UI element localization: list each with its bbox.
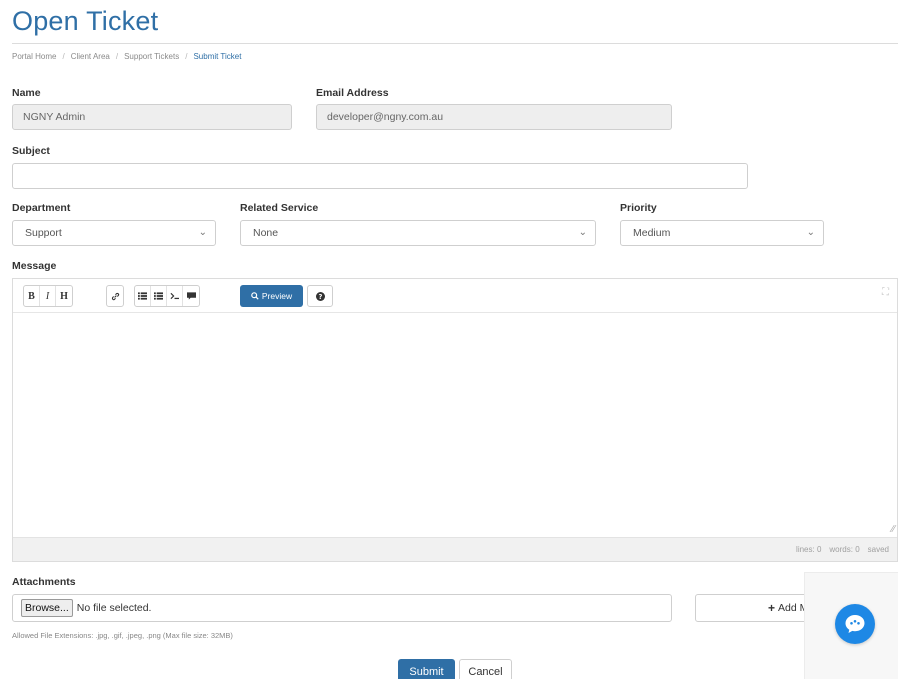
preview-button[interactable]: Preview (240, 285, 303, 307)
comment-icon (186, 292, 196, 300)
related-service-value: None (253, 227, 279, 239)
name-field[interactable]: NGNY Admin (12, 104, 292, 130)
svg-text:?: ? (318, 293, 322, 301)
markdown-editor: B I H Preview ? ⛶ ∕∕ lines: 0 words: 0 s… (12, 278, 898, 562)
format-button-group: B I H (23, 285, 73, 307)
chat-widget-panel (804, 572, 898, 679)
chevron-down-icon: ⌄ (806, 227, 815, 238)
file-status: No file selected. (76, 602, 152, 614)
line-count: lines: 0 (796, 545, 822, 554)
name-label: Name (12, 87, 41, 99)
chevron-down-icon: ⌄ (198, 227, 207, 238)
page-title: Open Ticket (12, 6, 159, 36)
resize-handle-icon[interactable]: ∕∕ (892, 524, 895, 535)
email-label: Email Address (316, 87, 389, 99)
editor-toolbar: B I H Preview ? ⛶ (13, 279, 897, 313)
breadcrumb-portal-home[interactable]: Portal Home (12, 52, 56, 61)
ordered-list-button[interactable] (151, 286, 167, 306)
quote-button[interactable] (183, 286, 199, 306)
subject-label: Subject (12, 145, 50, 157)
unordered-list-button[interactable] (135, 286, 151, 306)
question-circle-icon: ? (315, 291, 325, 301)
heading-button[interactable]: H (56, 286, 72, 306)
breadcrumb-separator: / (115, 52, 119, 61)
chevron-down-icon: ⌄ (578, 227, 587, 238)
breadcrumb-separator: / (62, 52, 65, 61)
chat-launcher-button[interactable] (835, 604, 875, 644)
breadcrumb: Portal Home / Client Area / Support Tick… (12, 52, 241, 61)
plus-icon: + (768, 601, 776, 615)
email-field[interactable]: developer@ngny.com.au (316, 104, 672, 130)
editor-statusbar: lines: 0 words: 0 saved (13, 537, 897, 561)
message-label: Message (12, 260, 57, 272)
department-label: Department (12, 202, 71, 214)
department-value: Support (25, 227, 62, 239)
expand-icon[interactable]: ⛶ (882, 287, 889, 298)
word-count: words: 0 (829, 545, 860, 554)
help-button[interactable]: ? (307, 285, 333, 307)
block-button-group (134, 285, 200, 307)
breadcrumb-separator: / (185, 52, 188, 61)
preview-label: Preview (261, 291, 293, 301)
link-icon (111, 292, 119, 300)
priority-value: Medium (633, 227, 671, 239)
priority-label: Priority (620, 202, 657, 214)
save-status: saved (867, 545, 889, 554)
submit-button[interactable]: Submit (398, 659, 455, 679)
title-divider (12, 43, 898, 44)
file-input[interactable]: Browse... No file selected. (12, 594, 672, 622)
search-icon (251, 292, 259, 300)
chat-bubble-icon (845, 615, 865, 633)
subject-input[interactable] (12, 163, 748, 189)
list-ol-icon (154, 292, 163, 300)
related-service-label: Related Service (240, 202, 319, 214)
code-button[interactable] (167, 286, 183, 306)
related-service-select[interactable]: None ⌄ (240, 220, 596, 246)
breadcrumb-active: Submit Ticket (193, 52, 242, 61)
file-extensions-hint: Allowed File Extensions: .jpg, .gif, .jp… (12, 631, 233, 640)
browse-button[interactable]: Browse... (21, 599, 73, 617)
department-select[interactable]: Support ⌄ (12, 220, 216, 246)
link-button-group (106, 285, 124, 307)
terminal-icon (170, 292, 179, 300)
italic-button[interactable]: I (40, 286, 56, 306)
link-button[interactable] (107, 286, 123, 306)
breadcrumb-client-area[interactable]: Client Area (71, 52, 110, 61)
priority-select[interactable]: Medium ⌄ (620, 220, 824, 246)
list-ul-icon (138, 292, 147, 300)
bold-button[interactable]: B (24, 286, 40, 306)
cancel-button[interactable]: Cancel (459, 659, 512, 679)
attachments-label: Attachments (12, 576, 76, 588)
breadcrumb-support-tickets[interactable]: Support Tickets (124, 52, 179, 61)
